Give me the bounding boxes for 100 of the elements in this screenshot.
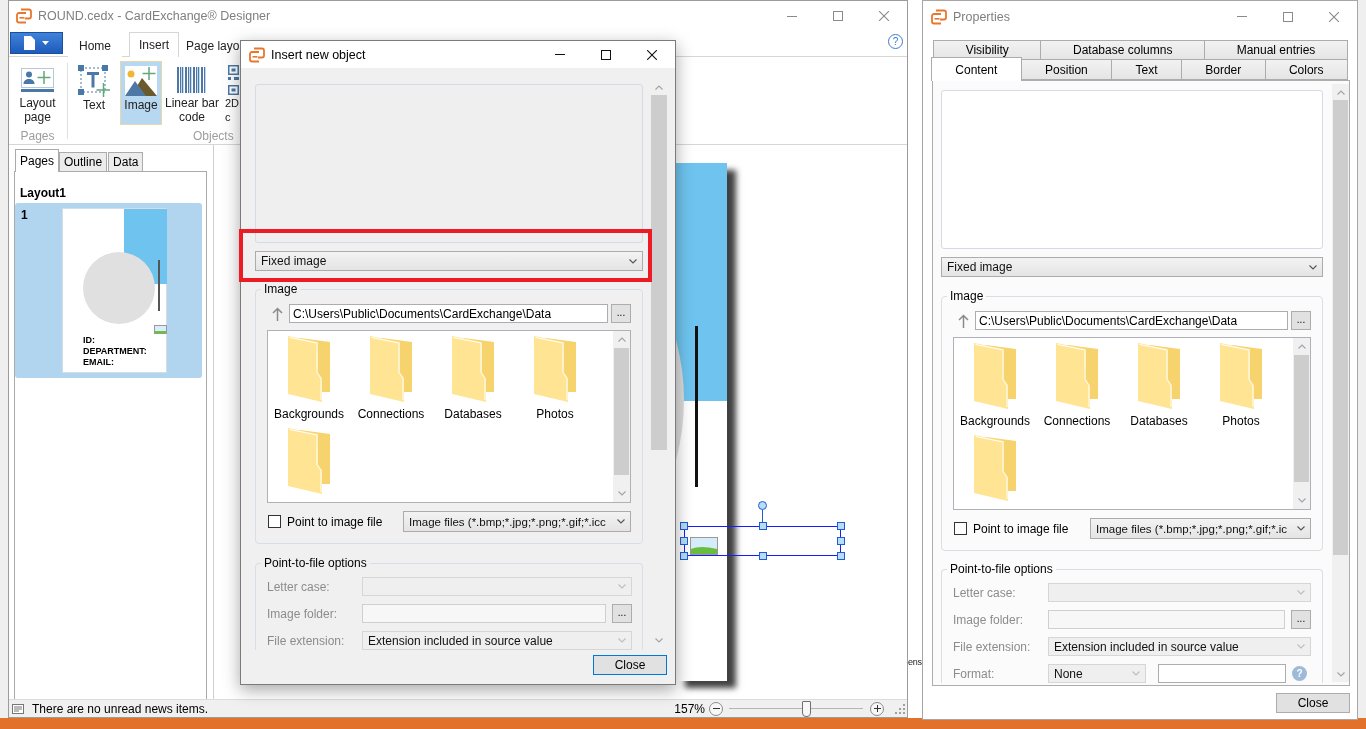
file-menu-button[interactable] <box>10 32 63 54</box>
chevron-down-icon <box>1132 671 1140 676</box>
checkbox-label[interactable]: Point to image file <box>973 521 1090 536</box>
app-logo-icon <box>931 8 947 25</box>
folder-label[interactable]: Photos <box>536 407 574 421</box>
group-label: Point-to-file options <box>949 562 1054 576</box>
close-button[interactable]: Close <box>1276 693 1350 713</box>
property-tab[interactable]: Text <box>1111 59 1182 80</box>
chevron-up-icon <box>1297 344 1306 349</box>
zoom-in-button[interactable] <box>870 701 884 716</box>
folder-icon[interactable] <box>1138 343 1180 409</box>
option-label: Letter case: <box>267 579 331 594</box>
zoom-out-button[interactable] <box>709 701 723 716</box>
up-arrow-icon[interactable] <box>958 313 969 328</box>
folder-label[interactable]: Photos <box>1222 414 1260 428</box>
maximize-icon <box>1283 11 1293 22</box>
folder-icon[interactable] <box>1220 343 1262 409</box>
chevron-down-icon <box>618 584 626 589</box>
up-arrow-icon[interactable] <box>272 306 283 321</box>
ribbon-button[interactable]: Linear bar code <box>163 61 221 125</box>
resize-handle[interactable] <box>758 522 767 530</box>
property-tab[interactable]: Position <box>1020 59 1113 80</box>
folder-icon[interactable] <box>974 435 1016 501</box>
folder-icon[interactable] <box>288 428 330 494</box>
group-label: Pages <box>20 129 55 143</box>
document-icon <box>24 36 35 50</box>
property-tab[interactable]: Border <box>1180 59 1266 80</box>
format-field[interactable] <box>1158 664 1286 683</box>
panel-tab[interactable]: Outline <box>59 152 108 172</box>
checkbox-label[interactable]: Point to image file <box>287 514 403 529</box>
news-icon <box>12 703 24 714</box>
app-logo-icon <box>249 46 265 63</box>
property-tab[interactable]: Database columns <box>1040 40 1205 60</box>
text-frame-icon <box>78 65 110 97</box>
folder-icon[interactable] <box>974 343 1016 409</box>
folder-label[interactable]: Connections <box>1043 414 1111 428</box>
barcode-icon <box>177 67 207 93</box>
line-shape <box>158 260 160 311</box>
ribbon-button[interactable]: 2D c <box>223 61 239 125</box>
chevron-down-icon <box>1297 526 1305 531</box>
panel-tab[interactable]: Pages <box>15 149 60 172</box>
ribbon-button[interactable]: Layout page <box>15 61 60 125</box>
rotate-handle[interactable] <box>758 501 767 522</box>
property-tab[interactable]: Visibility <box>933 40 1042 60</box>
folder-icon[interactable] <box>370 336 412 402</box>
ribbon-button[interactable]: Text <box>76 61 112 125</box>
folder-label[interactable]: Connections <box>357 407 425 421</box>
scrollbar-thumb[interactable] <box>614 348 629 475</box>
chevron-up-icon <box>655 85 663 90</box>
property-tab[interactable]: Content <box>931 57 1022 81</box>
ribbon-button[interactable]: Image <box>120 61 162 125</box>
file-type-dropdown[interactable]: Image files (*.bmp;*.jpg;*.png;*.gif;*.ic <box>1090 518 1311 539</box>
page-list-item[interactable]: 1 ID: DEPARTMENT: EMAIL: <box>15 203 202 378</box>
scrollbar-thumb[interactable] <box>1333 100 1348 555</box>
checkbox[interactable] <box>268 515 281 528</box>
folder-icon[interactable] <box>452 336 494 402</box>
scrollbar[interactable] <box>1293 338 1310 509</box>
folder-label[interactable]: Backgrounds <box>273 407 344 421</box>
folder-label[interactable]: Databases <box>1130 414 1188 428</box>
picture-plus-icon <box>125 66 157 96</box>
folder-icon[interactable] <box>288 336 330 402</box>
caret-down-icon <box>42 41 49 45</box>
folder-icon[interactable] <box>534 336 576 402</box>
thumbnail-text: ID: <box>83 335 95 345</box>
path-field[interactable]: C:\Users\Public\Documents\CardExchange\Data <box>975 311 1288 330</box>
minimize-icon <box>787 15 797 17</box>
close-button[interactable]: Close <box>593 655 667 675</box>
scrollbar[interactable] <box>1332 84 1349 682</box>
window-text: ens <box>908 657 922 668</box>
window-title: Insert new object <box>271 47 367 62</box>
browse-button[interactable]: ... <box>611 304 631 323</box>
image-icon <box>154 325 167 334</box>
minus-icon <box>712 708 720 709</box>
option-label: Image folder: <box>267 606 339 621</box>
scrollbar-thumb[interactable] <box>651 95 667 450</box>
scrollbar-thumb[interactable] <box>1294 355 1309 482</box>
app-logo-icon <box>16 8 32 24</box>
source-dropdown[interactable]: Fixed image <box>255 251 643 271</box>
property-tab[interactable]: Colors <box>1264 59 1348 80</box>
folder-label[interactable]: Backgrounds <box>959 414 1030 428</box>
id-card-plus-icon <box>21 68 54 92</box>
close-icon <box>879 11 889 21</box>
folder-icon[interactable] <box>1056 343 1098 409</box>
folder-label[interactable]: Databases <box>444 407 502 421</box>
chevron-up-icon <box>1336 89 1345 95</box>
scrollbar[interactable] <box>613 331 630 502</box>
path-field[interactable]: C:\Users\Public\Documents\CardExchange\Data <box>289 304 608 323</box>
group-label: Image <box>263 282 299 296</box>
ribbon-tab[interactable]: Insert <box>129 32 180 57</box>
chevron-down-icon <box>1297 498 1306 503</box>
source-dropdown[interactable]: Fixed image <box>941 257 1323 277</box>
browse-button[interactable]: ... <box>1291 311 1311 330</box>
slider-thumb[interactable] <box>801 700 811 717</box>
file-type-dropdown[interactable]: Image files (*.bmp;*.jpg;*.png;*.gif;*.icc <box>403 511 631 532</box>
minimize-icon <box>555 54 565 55</box>
help-button[interactable]: ? <box>888 33 903 49</box>
checkbox[interactable] <box>954 522 967 535</box>
panel-tab[interactable]: Data <box>108 152 144 172</box>
resize-handle[interactable] <box>758 552 767 560</box>
property-tab[interactable]: Manual entries <box>1204 40 1348 60</box>
